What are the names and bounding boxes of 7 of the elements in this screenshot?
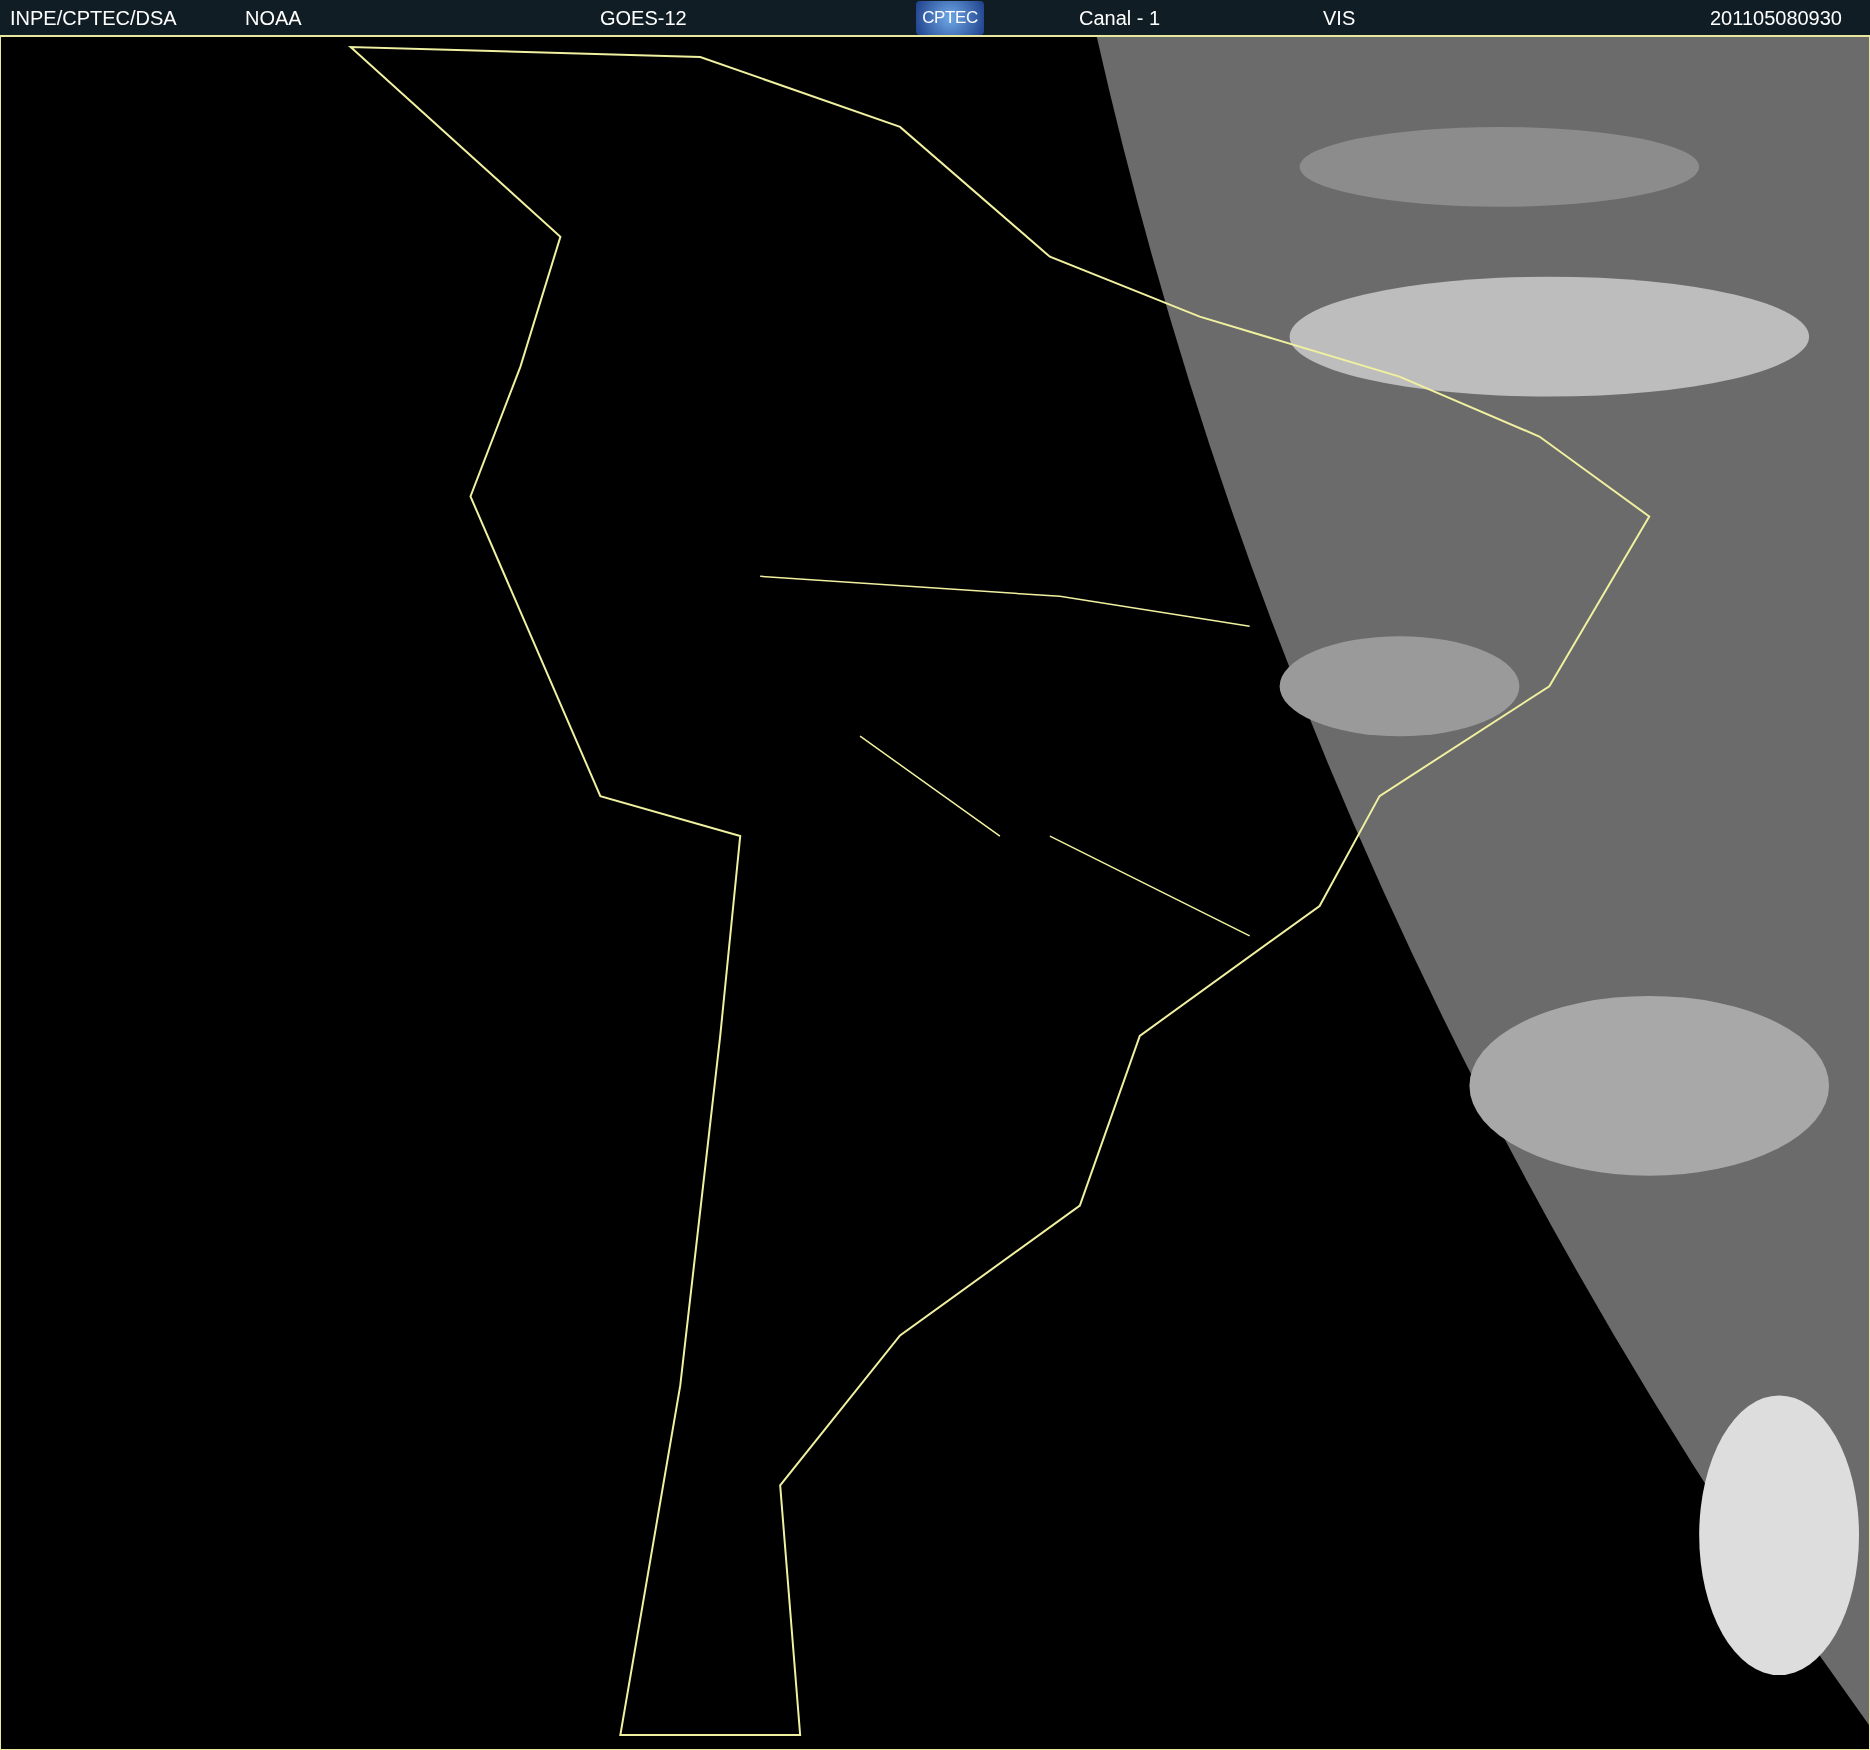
header-label: 201105080930 [1710,6,1842,29]
header-label: NOAA [245,6,302,29]
header-label: Canal - 1 [1079,6,1161,29]
logo: CPTEC [916,0,984,35]
header-label: GOES-12 [600,6,687,29]
header-label: VIS [1323,6,1356,29]
header-label: INPE/CPTEC/DSA [10,6,177,29]
